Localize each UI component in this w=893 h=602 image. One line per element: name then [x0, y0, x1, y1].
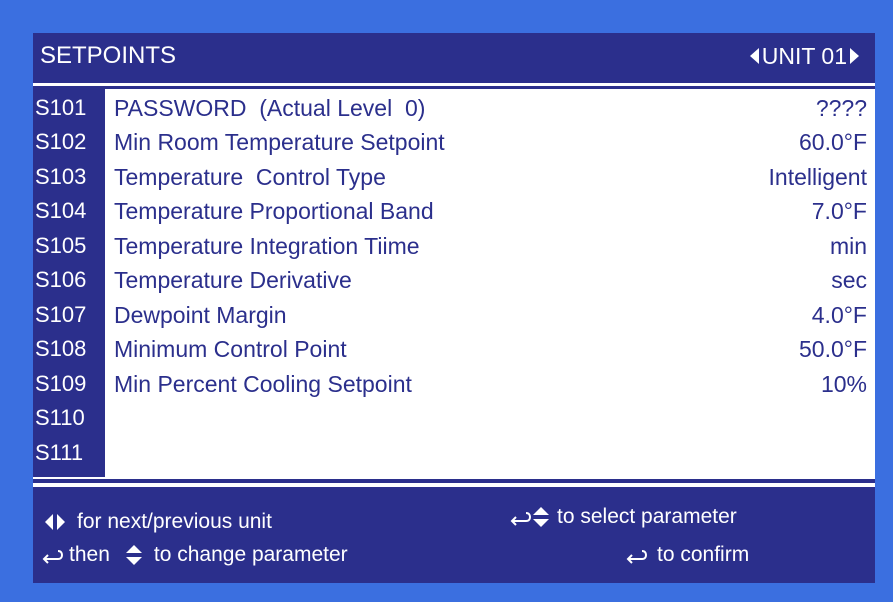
footer-help-bar: for next/previous unit then to change pa…	[33, 487, 875, 583]
hint-next-previous-text: for next/previous unit	[77, 510, 272, 533]
parameter-label: Min Room Temperature Setpoint	[114, 129, 445, 155]
parameter-code: S109	[35, 371, 87, 396]
hint-next-previous-unit: for next/previous unit	[43, 509, 272, 535]
parameter-value[interactable]: 7.0°F	[812, 194, 867, 228]
up-down-arrows-icon	[533, 507, 549, 527]
header-bar: SETPOINTS UNIT 01	[33, 33, 875, 83]
header-divider	[33, 86, 875, 89]
parameter-row[interactable]: S102 Min Room Temperature Setpoint 60.0°…	[33, 125, 875, 159]
parameter-row[interactable]: S103 Temperature Control Type Intelligen…	[33, 160, 875, 194]
hint-confirm: to confirm	[623, 542, 749, 568]
parameter-row[interactable]: S107 Dewpoint Margin 4.0°F	[33, 298, 875, 332]
parameter-value[interactable]: sec	[831, 263, 867, 297]
parameter-value[interactable]: 4.0°F	[812, 298, 867, 332]
parameter-value[interactable]: Intelligent	[769, 160, 867, 194]
parameter-code: S103	[35, 164, 87, 189]
enter-return-icon	[626, 550, 647, 564]
enter-return-icon	[510, 512, 531, 526]
parameter-label: PASSWORD (Actual Level 0)	[114, 95, 426, 121]
page-title: SETPOINTS	[40, 42, 177, 69]
parameter-label: Temperature Control Type	[114, 164, 386, 190]
footer-divider	[33, 479, 875, 483]
parameter-code: S101	[35, 95, 87, 120]
hint-select-parameter-text: to select parameter	[557, 505, 737, 528]
unit-selector[interactable]: UNIT 01	[748, 42, 861, 70]
hint-change-then-text: then	[69, 543, 110, 566]
triangle-right-icon[interactable]	[849, 47, 861, 65]
parameter-code: S106	[35, 267, 87, 292]
triangle-left-icon[interactable]	[748, 47, 760, 65]
parameter-label: Minimum Control Point	[114, 336, 347, 362]
parameter-row[interactable]: S110	[33, 401, 875, 435]
parameter-code: S104	[35, 198, 87, 223]
left-right-arrows-icon	[45, 514, 65, 530]
parameter-row[interactable]: S104 Temperature Proportional Band 7.0°F	[33, 194, 875, 228]
parameter-label: Dewpoint Margin	[114, 302, 287, 328]
parameter-code: S110	[35, 405, 85, 430]
setpoints-panel: SETPOINTS UNIT 01 S101 PASSWORD (Actual …	[33, 33, 875, 583]
parameter-label: Temperature Integration Tiime	[114, 233, 420, 259]
hint-select-parameter: to select parameter	[507, 504, 737, 530]
up-down-arrows-icon	[125, 545, 142, 565]
parameter-code: S102	[35, 129, 87, 154]
parameter-label: Min Percent Cooling Setpoint	[114, 371, 412, 397]
parameter-row[interactable]: S109 Min Percent Cooling Setpoint 10%	[33, 367, 875, 401]
parameter-value[interactable]: 50.0°F	[799, 332, 867, 366]
unit-label: UNIT 01	[761, 43, 847, 69]
parameter-label: Temperature Derivative	[114, 267, 352, 293]
parameter-value[interactable]: 60.0°F	[799, 125, 867, 159]
parameter-code: S108	[35, 336, 87, 361]
parameter-code: S107	[35, 302, 87, 327]
parameter-row[interactable]: S101 PASSWORD (Actual Level 0) ????	[33, 91, 875, 125]
hint-change-parameter-text: to change parameter	[153, 543, 348, 566]
parameter-value[interactable]: ????	[816, 91, 867, 125]
parameter-code: S105	[35, 233, 87, 258]
parameter-row[interactable]: S106 Temperature Derivative sec	[33, 263, 875, 297]
parameter-row[interactable]: S108 Minimum Control Point 50.0°F	[33, 332, 875, 366]
parameter-value[interactable]: 10%	[821, 367, 867, 401]
parameter-code: S111	[35, 440, 84, 465]
hint-confirm-text: to confirm	[657, 543, 750, 566]
parameter-row[interactable]: S111	[33, 436, 875, 470]
parameter-value[interactable]: min	[830, 229, 867, 263]
parameter-label: Temperature Proportional Band	[114, 198, 434, 224]
hint-change-parameter: then to change parameter	[39, 542, 348, 568]
enter-return-icon	[42, 550, 63, 564]
parameter-row[interactable]: S105 Temperature Integration Tiime min	[33, 229, 875, 263]
